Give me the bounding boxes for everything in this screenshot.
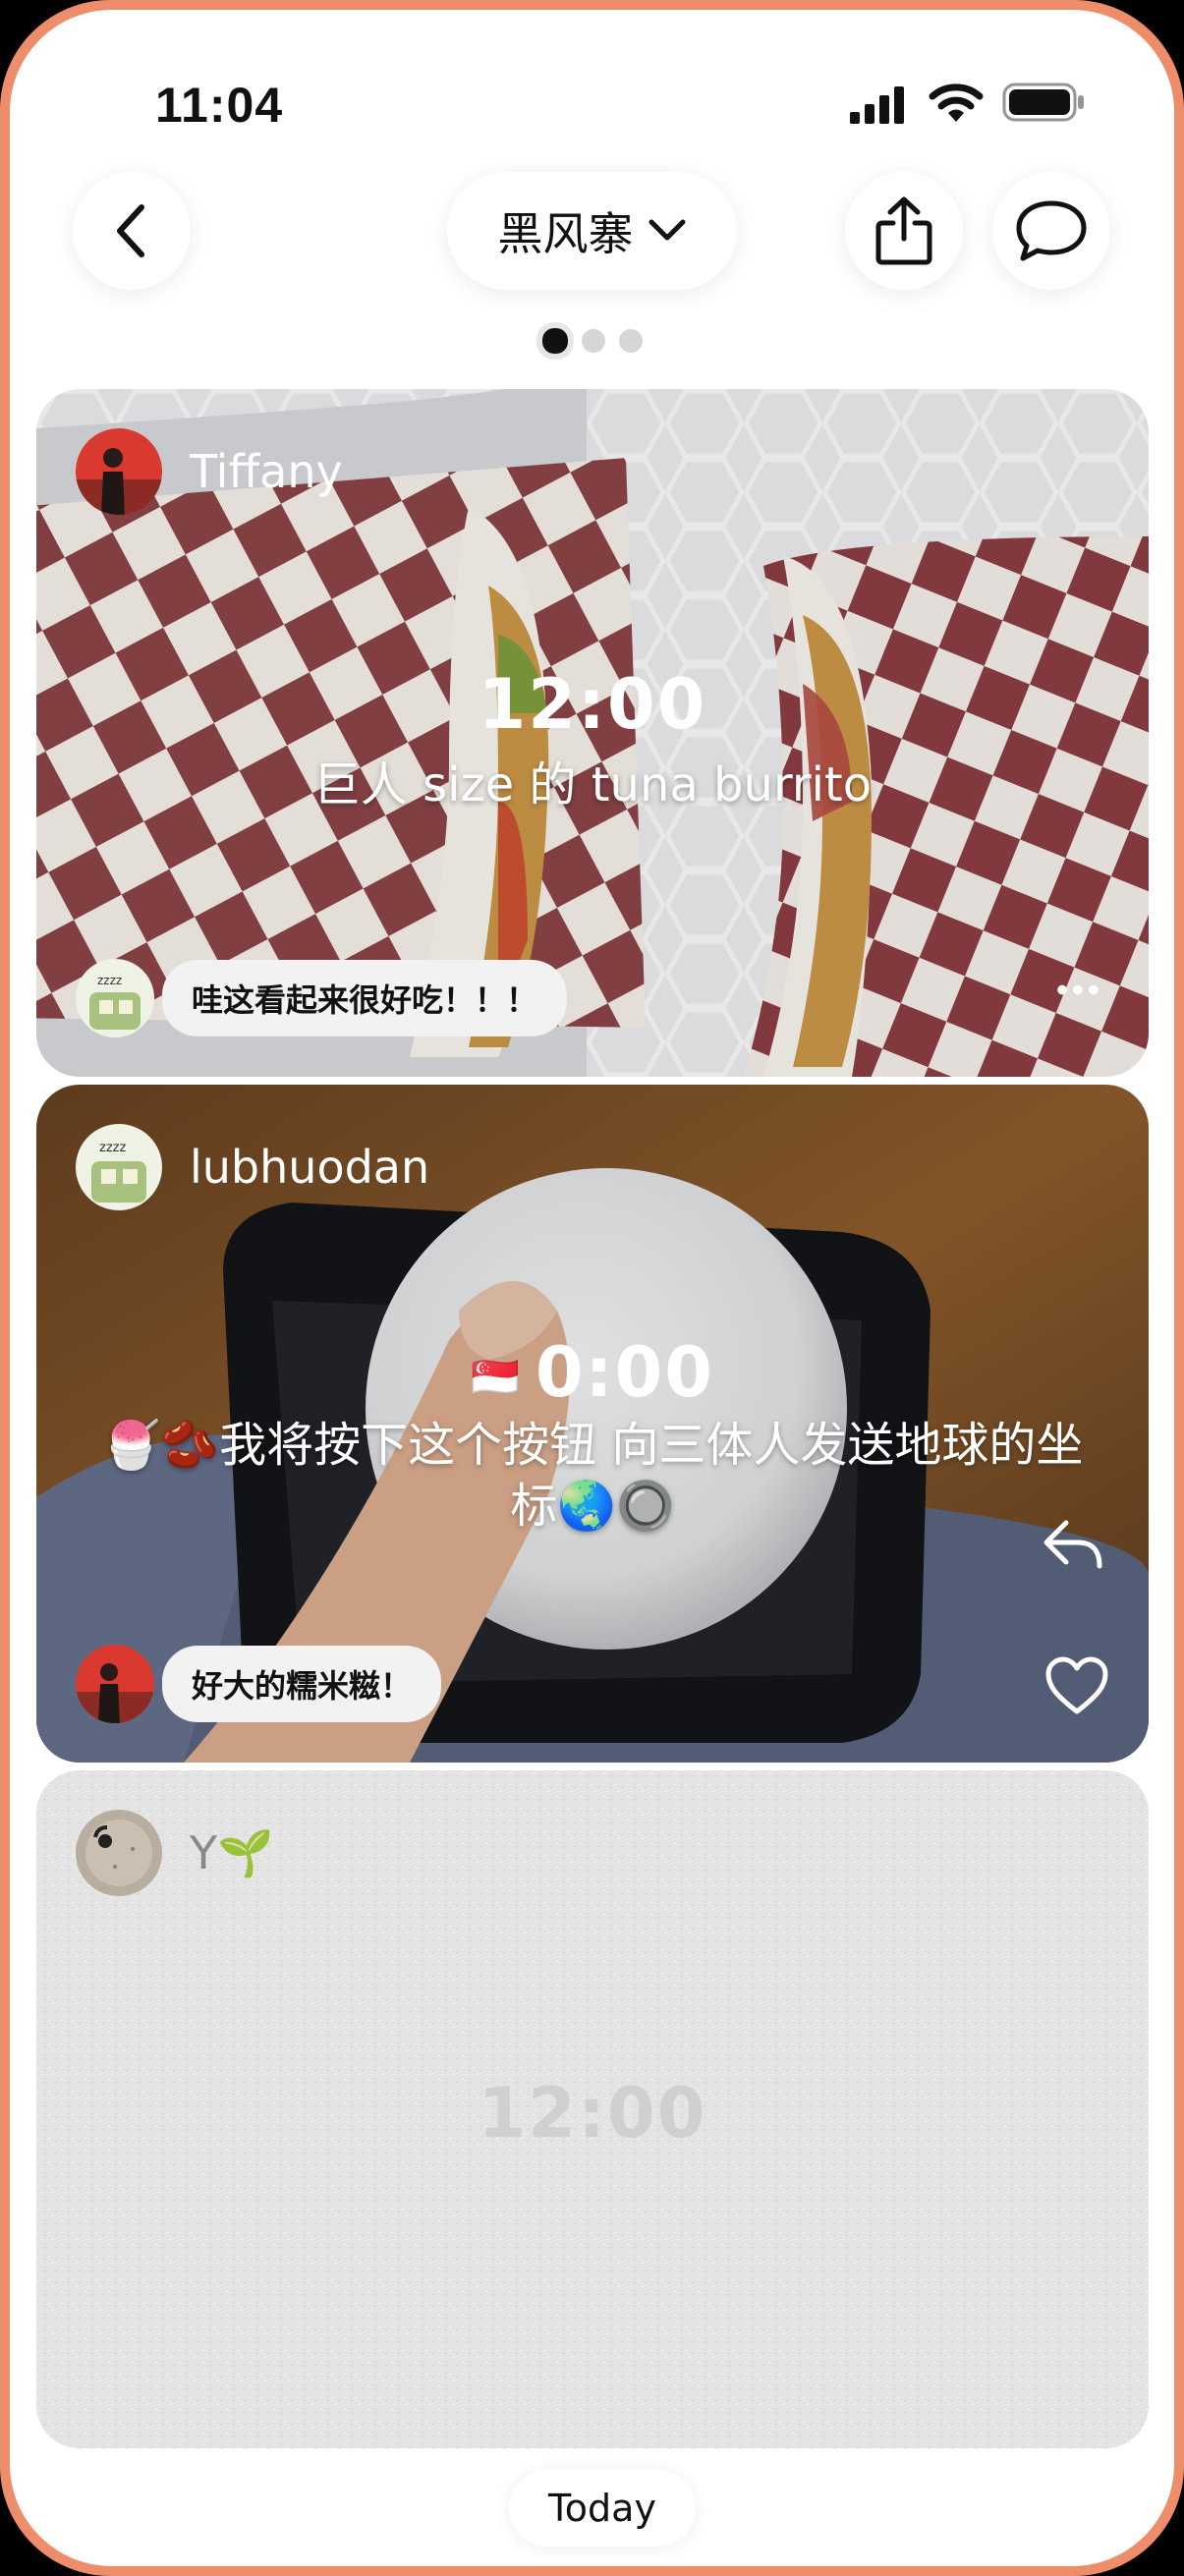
post-caption: 巨人 size 的 tuna burrito	[312, 757, 873, 812]
chat-bubble-icon	[1016, 200, 1087, 261]
commenter-avatar[interactable]	[76, 1645, 154, 1723]
post-author[interactable]: Y🌱	[76, 1810, 273, 1896]
page-dot-2[interactable]	[581, 329, 605, 353]
comment-text: 哇这看起来很好吃！！！	[162, 960, 568, 1036]
post-time: 12:00	[478, 664, 707, 745]
reply-button[interactable]	[1039, 1509, 1107, 1578]
back-button[interactable]	[73, 172, 191, 290]
author-name: Y🌱	[190, 1825, 274, 1879]
comment-text: 好大的糯米糍！	[162, 1646, 442, 1722]
post-time: 12:00	[478, 2073, 707, 2154]
author-avatar[interactable]: zzzz	[76, 1124, 162, 1210]
chevron-down-icon	[648, 219, 685, 241]
battery-icon	[1002, 83, 1084, 122]
cellular-signal-icon	[850, 86, 904, 124]
comment-preview[interactable]: zzzz 哇这看起来很好吃！！！	[76, 959, 568, 1037]
author-name: lubhuodan	[190, 1141, 430, 1194]
page-indicator[interactable]	[10, 328, 1174, 354]
author-avatar[interactable]	[76, 428, 162, 515]
post-author[interactable]: zzzz lubhuodan	[76, 1124, 429, 1210]
country-flag: 🇸🇬	[471, 1355, 522, 1401]
like-button[interactable]	[1043, 1654, 1111, 1717]
date-label[interactable]: Today	[509, 2470, 696, 2547]
post-caption: 🍧🫘我将按下这个按钮 向三体人发送地球的坐标🌏🔘	[101, 1418, 1084, 1534]
group-title: 黑风寨	[497, 207, 634, 260]
chat-button[interactable]	[992, 172, 1110, 290]
author-avatar[interactable]	[76, 1810, 162, 1896]
wifi-icon	[929, 84, 984, 122]
post-card-tiffany[interactable]: Tiffany 12:00 巨人 size 的 tuna burrito zzz…	[36, 389, 1149, 1077]
commenter-avatar[interactable]: zzzz	[76, 959, 154, 1037]
share-icon	[875, 196, 932, 265]
comment-preview[interactable]: 好大的糯米糍！	[76, 1645, 442, 1723]
reply-arrow-icon	[1043, 1520, 1102, 1569]
post-card-pending[interactable]: Y🌱 12:00	[36, 1770, 1149, 2448]
chevron-left-icon	[117, 204, 144, 257]
author-name: Tiffany	[190, 445, 343, 498]
post-time-row: 🇸🇬 0:00	[36, 1332, 1149, 1413]
share-button[interactable]	[845, 172, 963, 290]
post-author[interactable]: Tiffany	[76, 428, 343, 515]
status-time: 11:04	[155, 78, 284, 133]
app-screen: 11:04 黑风寨 Tiffany 12:00 巨人 size 的 tuna b…	[10, 10, 1174, 2566]
heart-icon	[1045, 1656, 1108, 1714]
post-card-lubhuodan[interactable]: zzzz lubhuodan 🇸🇬 0:00 🍧🫘我将按下这个按钮 向三体人发送地…	[36, 1085, 1149, 1763]
group-switcher[interactable]: 黑风寨	[447, 172, 737, 290]
svg-text:zzzz: zzzz	[99, 1141, 126, 1155]
page-dot-1[interactable]	[541, 328, 568, 354]
more-options-button[interactable]: •••	[1041, 951, 1119, 1030]
more-icon: •••	[1056, 971, 1103, 1009]
status-bar: 11:04	[10, 10, 1174, 147]
page-dot-3[interactable]	[618, 329, 643, 353]
svg-text:zzzz: zzzz	[97, 974, 122, 987]
post-time: 0:00	[535, 1332, 714, 1413]
